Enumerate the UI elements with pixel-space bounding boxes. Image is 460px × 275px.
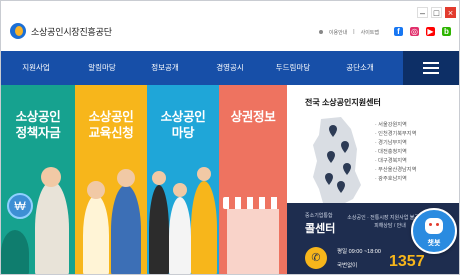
banner-education[interactable]: 소상공인 교육신청 — [75, 85, 147, 274]
util-link-guide[interactable]: 이용안내 — [329, 29, 347, 36]
person-illustration — [149, 185, 169, 274]
close-button[interactable]: × — [445, 7, 456, 18]
region-list: 서울강원지역 인천경기북부지역 경기남부지역 대전충청지역 대구경북지역 부산울… — [375, 121, 416, 184]
browser-window: 소상공인시장진흥공단 – □ × 이용안내 | 사이트맵 f ◎ ▶ b 지원사… — [0, 0, 460, 275]
region-link[interactable]: 광주호남지역 — [375, 175, 416, 184]
hamburger-icon-line — [423, 67, 439, 69]
util-link-sitemap[interactable]: 사이트맵 — [361, 29, 379, 36]
sns-links: f ◎ ▶ b — [394, 27, 451, 36]
call-center-org: 중소기업통합 — [305, 213, 333, 219]
banner-policy-fund[interactable]: 소상공인 정책자금 ₩ — [1, 85, 75, 274]
hamburger-icon-line — [423, 72, 439, 74]
blog-icon[interactable]: b — [442, 27, 451, 36]
person-illustration — [41, 167, 61, 187]
person-illustration — [87, 181, 105, 199]
panel-title: 전국 소상공인지원센터 — [305, 98, 381, 107]
region-link[interactable]: 인천경기북부지역 — [375, 130, 416, 139]
korea-map — [313, 117, 361, 207]
banner-madang[interactable]: 소상공인 마당 — [147, 85, 219, 274]
region-link[interactable]: 서울강원지역 — [375, 121, 416, 130]
banner-title: 소상공인 정책자금 — [15, 110, 61, 140]
util-link-divider: | — [353, 29, 355, 35]
call-center-number[interactable]: 1357 — [389, 253, 425, 271]
person-illustration — [117, 169, 135, 187]
shop-awning-illustration — [223, 197, 283, 209]
chatbot-icon — [425, 218, 443, 234]
banner-title: 소상공인 교육신청 — [88, 110, 134, 140]
region-link[interactable]: 대전충청지역 — [375, 148, 416, 157]
nav-item-notice[interactable]: 알림마당 — [73, 51, 131, 85]
banner-title: 소상공인 마당 — [160, 110, 206, 140]
banner-commercial-info[interactable]: 상권정보 — [219, 85, 287, 274]
restore-button[interactable]: □ — [431, 7, 442, 18]
chatbot-button[interactable]: 챗봇 — [411, 208, 457, 254]
won-coin-icon: ₩ — [7, 193, 33, 219]
nav-item-management[interactable]: 경영공시 — [201, 51, 259, 85]
nav-item-support[interactable]: 지원사업 — [7, 51, 65, 85]
call-center-name: 콜센터 — [305, 223, 336, 235]
window-controls: – □ × — [417, 7, 456, 18]
person-illustration — [169, 197, 191, 274]
utility-links: 이용안내 | 사이트맵 — [318, 29, 379, 36]
instagram-icon[interactable]: ◎ — [410, 27, 419, 36]
person-illustration — [152, 171, 166, 185]
facebook-icon[interactable]: f — [394, 27, 403, 36]
banner-title: 상권정보 — [230, 110, 276, 124]
person-illustration — [111, 185, 141, 274]
nav-item-dodream[interactable]: 두드림마당 — [264, 51, 322, 85]
person-illustration — [1, 230, 29, 274]
region-link[interactable]: 경기남부지역 — [375, 139, 416, 148]
nav-item-disclosure[interactable]: 정보공개 — [136, 51, 194, 85]
person-illustration — [197, 167, 211, 181]
logo-icon[interactable] — [10, 23, 26, 39]
youtube-icon[interactable]: ▶ — [426, 27, 435, 36]
person-illustration — [191, 181, 217, 274]
site-name[interactable]: 소상공인시장진흥공단 — [31, 25, 112, 38]
call-center-hours: 평일 09:00 ~18:00 — [337, 249, 381, 255]
phone-icon: ✆ — [305, 247, 327, 269]
person-illustration — [35, 181, 69, 274]
hamburger-icon — [423, 62, 439, 64]
site-header: 소상공인시장진흥공단 – □ × 이용안내 | 사이트맵 f ◎ ▶ b — [1, 1, 459, 51]
main-nav: 지원사업 알림마당 정보공개 경영공시 두드림마당 공단소개 — [1, 51, 459, 85]
bullet-icon — [318, 30, 323, 34]
chatbot-label: 챗봇 — [427, 240, 441, 247]
region-link[interactable]: 부산울산경남지역 — [375, 166, 416, 175]
minimize-button[interactable]: – — [417, 7, 428, 18]
nav-item-about[interactable]: 공단소개 — [331, 51, 389, 85]
person-illustration — [83, 195, 109, 274]
shop-illustration — [227, 205, 279, 274]
region-link[interactable]: 대구경북지역 — [375, 157, 416, 166]
person-illustration — [173, 183, 187, 197]
call-center-prefix: 국번없이 — [337, 263, 358, 269]
all-menu-button[interactable] — [403, 51, 459, 85]
